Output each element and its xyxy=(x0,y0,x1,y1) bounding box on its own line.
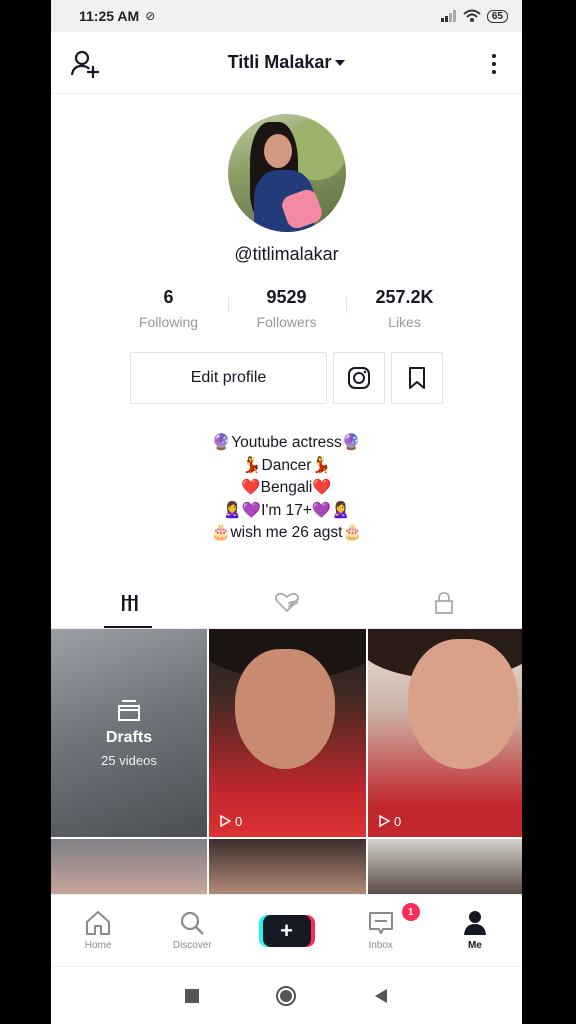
caret-down-icon xyxy=(335,59,346,66)
stat-value: 6 xyxy=(163,287,174,307)
system-nav-bar xyxy=(51,966,522,1024)
recents-icon[interactable] xyxy=(184,988,199,1003)
nav-label: Home xyxy=(84,940,112,951)
bio: 🔮Youtube actress🔮 💃Dancer💃 ❤️Bengali❤️ 🙎… xyxy=(51,432,522,545)
profile-icon xyxy=(463,911,486,935)
nav-discover[interactable]: Discover xyxy=(145,895,239,966)
bookmark-button[interactable] xyxy=(391,352,443,404)
play-icon xyxy=(379,815,390,827)
inbox-icon xyxy=(368,912,393,934)
nav-me[interactable]: Me xyxy=(428,895,522,966)
avatar-container xyxy=(51,114,522,232)
drafts-count: 25 videos xyxy=(101,753,157,768)
video-thumbnail[interactable] xyxy=(368,838,522,895)
video-grid: Drafts 25 videos 0 0 xyxy=(51,628,522,895)
stat-likes[interactable]: 257.2K Likes xyxy=(345,287,464,330)
nav-create[interactable]: + xyxy=(239,895,333,966)
video-thumbnail[interactable] xyxy=(209,838,366,895)
stat-following[interactable]: 6 Following xyxy=(110,287,228,330)
nav-label: Inbox xyxy=(368,940,393,951)
lock-icon xyxy=(434,592,453,614)
stat-label: Followers xyxy=(256,314,317,330)
bio-line: 💃Dancer💃 xyxy=(242,456,331,474)
account-switcher[interactable]: Titli Malakar xyxy=(228,52,346,73)
edit-profile-button[interactable]: Edit profile xyxy=(130,352,327,404)
status-bar: 11:25 AM ⊘ 65 xyxy=(51,0,522,32)
video-thumbnail[interactable]: 0 xyxy=(209,628,366,837)
tab-liked[interactable] xyxy=(208,579,365,628)
battery-icon: 65 xyxy=(486,9,508,23)
drafts-tile[interactable]: Drafts 25 videos xyxy=(51,628,207,837)
nav-label: Discover xyxy=(172,940,212,951)
bio-line: 🙎‍♀️💜I'm 17+💜🙎‍♀️ xyxy=(222,501,351,519)
video-thumbnail[interactable] xyxy=(51,838,207,895)
status-right: 65 xyxy=(440,9,508,23)
bio-line: 🎂wish me 26 agst🎂 xyxy=(211,524,362,541)
nav-label: Me xyxy=(467,940,482,951)
do-not-disturb-icon: ⊘ xyxy=(145,9,156,23)
bookmark-icon xyxy=(409,367,425,389)
nav-home[interactable]: Home xyxy=(51,895,145,966)
bio-line: 🔮Youtube actress🔮 xyxy=(211,434,362,451)
drafts-icon xyxy=(118,700,140,721)
stat-label: Likes xyxy=(388,314,421,330)
view-count: 0 xyxy=(378,814,401,829)
back-icon[interactable] xyxy=(373,988,389,1004)
stat-followers[interactable]: 9529 Followers xyxy=(227,287,346,330)
play-icon xyxy=(220,815,231,827)
status-time: 11:25 AM xyxy=(79,8,140,24)
signal-icon xyxy=(440,10,456,22)
view-count: 0 xyxy=(219,814,242,829)
stat-label: Following xyxy=(138,314,199,330)
grid-icon xyxy=(121,595,137,611)
page-title: Titli Malakar xyxy=(227,52,332,72)
inbox-badge: 1 xyxy=(401,903,420,921)
avatar[interactable] xyxy=(227,114,346,232)
create-video-button[interactable]: + xyxy=(262,914,311,947)
instagram-button[interactable] xyxy=(333,352,385,404)
content-tabs xyxy=(51,579,522,629)
stat-value: 257.2K xyxy=(375,287,434,307)
profile-stats: 6 Following 9529 Followers 257.2K Likes xyxy=(51,287,522,330)
home-icon xyxy=(86,911,111,935)
tab-videos[interactable] xyxy=(51,579,208,628)
video-thumbnail[interactable]: 0 xyxy=(368,628,522,837)
bottom-nav: Home Discover + 1 Inbox Me xyxy=(51,894,522,966)
home-button-icon[interactable] xyxy=(275,985,297,1007)
username: @titlimalakar xyxy=(234,244,339,264)
nav-inbox[interactable]: 1 Inbox xyxy=(334,895,428,966)
tiktok-profile-screen: 11:25 AM ⊘ 65 Titli Malakar @titlimalaka… xyxy=(51,0,522,1024)
tab-private[interactable] xyxy=(365,579,522,628)
search-icon xyxy=(181,911,205,935)
more-options-icon[interactable] xyxy=(484,50,504,78)
bio-line: ❤️Bengali❤️ xyxy=(241,479,332,496)
hidden-heart-icon xyxy=(274,592,299,613)
drafts-label: Drafts xyxy=(105,729,153,746)
instagram-icon xyxy=(348,367,370,389)
plus-icon: + xyxy=(280,917,293,943)
stat-value: 9529 xyxy=(266,287,307,307)
profile-actions: Edit profile xyxy=(51,352,522,404)
profile-header: Titli Malakar xyxy=(51,32,522,94)
add-friend-icon[interactable] xyxy=(69,48,101,80)
wifi-icon xyxy=(463,9,481,22)
